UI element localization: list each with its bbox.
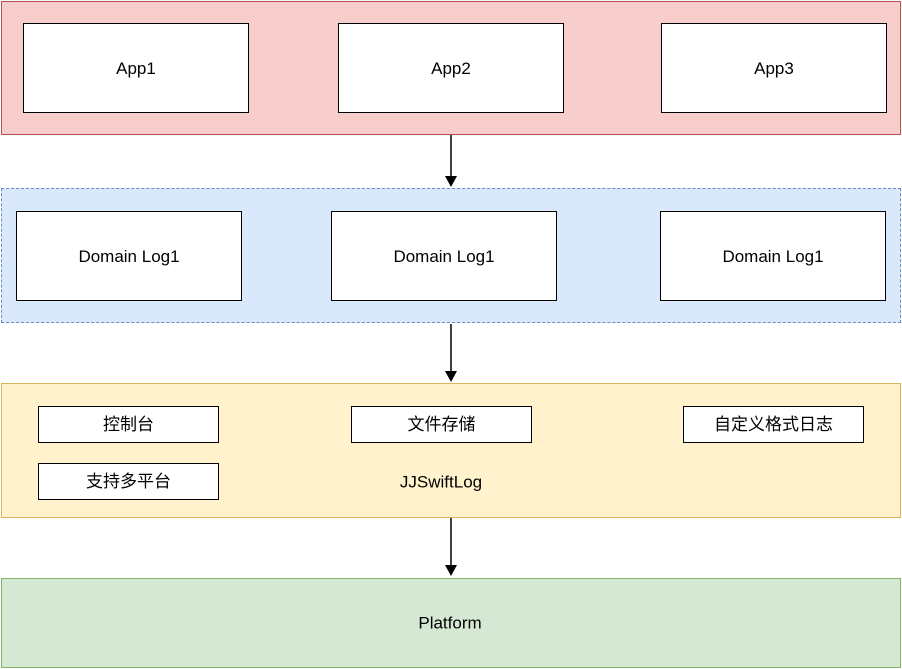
domain-log-box-3[interactable]: Domain Log1 <box>660 211 886 301</box>
arrow-domain-to-framework <box>445 324 457 382</box>
feature-multiplatform-box[interactable]: 支持多平台 <box>38 463 219 500</box>
platform-label: Platform <box>418 613 482 633</box>
feature-file-storage-box[interactable]: 文件存储 <box>351 406 532 443</box>
app-box-1[interactable]: App1 <box>23 23 249 113</box>
feature-console-box[interactable]: 控制台 <box>38 406 219 443</box>
app-box-2[interactable]: App2 <box>338 23 564 113</box>
arrow-apps-to-domain <box>445 135 457 187</box>
domain-log-box-2[interactable]: Domain Log1 <box>331 211 557 301</box>
feature-custom-format-box[interactable]: 自定义格式日志 <box>683 406 864 443</box>
app-box-3[interactable]: App3 <box>661 23 887 113</box>
domain-log-box-1[interactable]: Domain Log1 <box>16 211 242 301</box>
framework-name-label: JJSwiftLog <box>399 472 483 492</box>
arrow-framework-to-platform <box>445 518 457 576</box>
